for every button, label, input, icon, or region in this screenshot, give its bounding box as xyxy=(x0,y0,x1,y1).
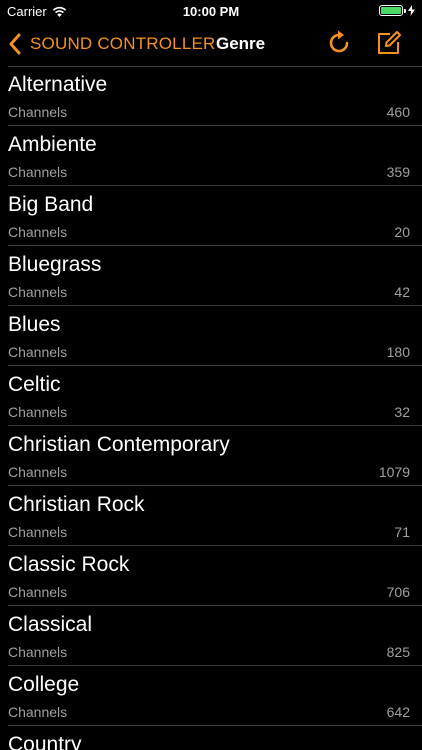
genre-subtitle: Channels xyxy=(8,224,68,240)
list-item[interactable]: Country xyxy=(0,726,422,750)
list-item[interactable]: Blues Channels 180 xyxy=(0,306,422,366)
genre-subtitle: Channels xyxy=(8,104,68,120)
genre-title: Country xyxy=(8,733,82,750)
channel-count: 32 xyxy=(394,404,410,420)
genre-title: Big Band xyxy=(8,193,94,216)
list-item[interactable]: College Channels 642 xyxy=(0,666,422,726)
list-item[interactable]: Christian Rock Channels 71 xyxy=(0,486,422,546)
battery-icon xyxy=(379,5,415,16)
navigation-bar: SOUND CONTROLLER Genre xyxy=(0,22,422,66)
channel-count: 42 xyxy=(394,284,410,300)
genre-title: Alternative xyxy=(8,73,108,96)
channel-count: 642 xyxy=(386,704,410,720)
list-item[interactable]: Big Band Channels 20 xyxy=(0,186,422,246)
genre-title: Bluegrass xyxy=(8,253,102,276)
list-item[interactable]: Classic Rock Channels 706 xyxy=(0,546,422,606)
list-item[interactable]: Bluegrass Channels 42 xyxy=(0,246,422,306)
charging-bolt-icon xyxy=(408,5,415,16)
genre-subtitle: Channels xyxy=(8,284,68,300)
genre-list: Alternative Channels 460 Ambiente Channe… xyxy=(0,66,422,750)
genre-title: Blues xyxy=(8,313,61,336)
channel-count: 460 xyxy=(386,104,410,120)
genre-subtitle: Channels xyxy=(8,164,68,180)
genre-title: College xyxy=(8,673,80,696)
back-button-label: SOUND CONTROLLER xyxy=(30,34,216,53)
status-bar: Carrier 10:00 PM xyxy=(0,0,422,22)
list-item[interactable]: Celtic Channels 32 xyxy=(0,366,422,426)
page-title: Genre xyxy=(216,34,266,53)
back-button[interactable]: SOUND CONTROLLER xyxy=(8,30,216,58)
list-item[interactable]: Christian Contemporary Channels 1079 xyxy=(0,426,422,486)
genre-title: Celtic xyxy=(8,373,61,396)
channel-count: 180 xyxy=(386,344,410,360)
genre-title: Classic Rock xyxy=(8,553,130,576)
genre-subtitle: Channels xyxy=(8,344,68,360)
genre-title: Christian Contemporary xyxy=(8,433,230,456)
channel-count: 1079 xyxy=(378,464,410,480)
list-item[interactable]: Classical Channels 825 xyxy=(0,606,422,666)
genre-subtitle: Channels xyxy=(8,464,68,480)
genre-subtitle: Channels xyxy=(8,704,68,720)
genre-title: Christian Rock xyxy=(8,493,145,516)
compose-icon[interactable] xyxy=(375,29,403,57)
channel-count: 359 xyxy=(386,164,410,180)
battery-fill xyxy=(381,7,401,14)
channel-count: 71 xyxy=(394,524,410,540)
list-item[interactable]: Alternative Channels 460 xyxy=(0,66,422,126)
genre-subtitle: Channels xyxy=(8,404,68,420)
genre-subtitle: Channels xyxy=(8,584,68,600)
channel-count: 20 xyxy=(394,224,410,240)
channel-count: 706 xyxy=(386,584,410,600)
genre-title: Classical xyxy=(8,613,93,636)
genre-subtitle: Channels xyxy=(8,644,68,660)
status-time: 10:00 PM xyxy=(182,4,240,19)
channel-count: 825 xyxy=(386,644,410,660)
refresh-icon[interactable] xyxy=(326,30,352,56)
list-item[interactable]: Ambiente Channels 359 xyxy=(0,126,422,186)
chevron-left-icon xyxy=(9,33,21,55)
genre-subtitle: Channels xyxy=(8,524,68,540)
genre-title: Ambiente xyxy=(8,133,97,156)
